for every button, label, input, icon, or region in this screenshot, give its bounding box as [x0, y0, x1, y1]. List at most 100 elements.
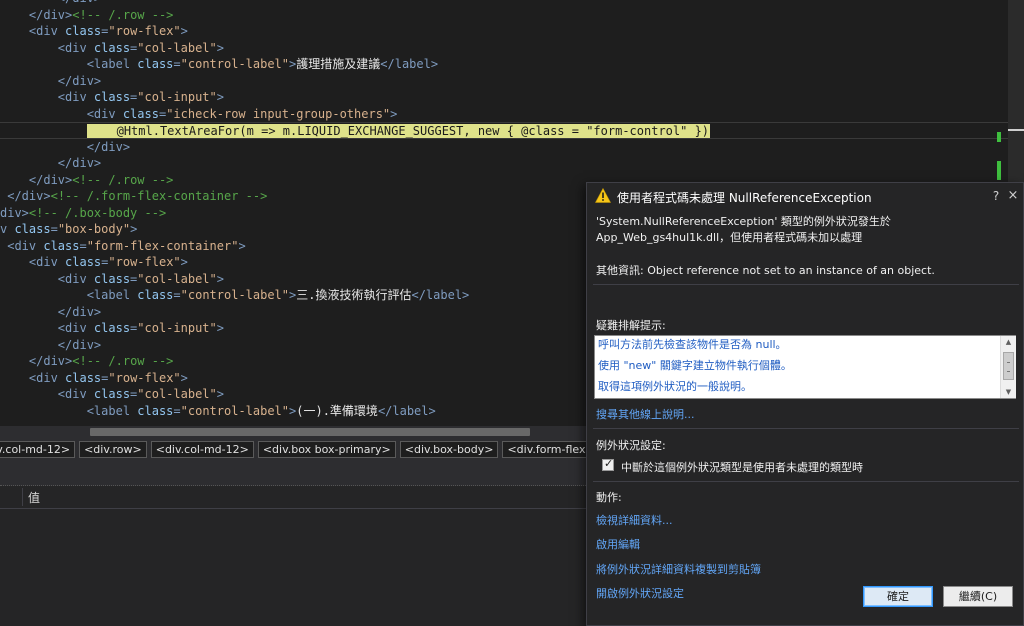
code-token: </div> [57, 73, 102, 88]
continue-button[interactable]: 繼續(C) [943, 586, 1013, 607]
tip-link[interactable]: 使用 "new" 關鍵字建立物件執行個體。 [598, 357, 792, 375]
code-line[interactable]: </div><!-- /.form-flex-container --> [0, 188, 267, 205]
tip-link[interactable]: 取得這項例外狀況的一般說明。 [598, 378, 752, 396]
view-detail-link[interactable]: 檢視詳細資料... [596, 512, 673, 528]
code-line[interactable]: <div class="col-input"> [0, 320, 224, 337]
code-line[interactable]: v class="box-body"> [0, 221, 137, 238]
breadcrumb-item[interactable]: <div.box box-primary> [257, 441, 396, 458]
code-token: </div> [57, 304, 102, 319]
tip-link[interactable]: 呼叫方法前先檢查該物件是否為 null。 [598, 336, 787, 354]
open-exception-settings-link[interactable]: 開啟例外狀況設定 [596, 585, 684, 601]
break-when-user-unhandled-checkbox[interactable]: ✓ [602, 457, 614, 471]
break-checkbox-label[interactable]: 中斷於這個例外狀況類型是使用者未處理的類型時 [621, 459, 863, 475]
tips-scrollbar[interactable]: ▲ ▼ [1000, 336, 1016, 398]
code-line[interactable]: </div> [0, 304, 101, 321]
scroll-down-icon[interactable]: ▼ [1004, 388, 1013, 396]
exception-helper-dialog: 使用者程式碼未處理 NullReferenceException ? × 'Sy… [586, 182, 1024, 626]
code-token: <div [57, 321, 94, 335]
value-column-header[interactable]: 值 [28, 489, 40, 506]
code-line[interactable]: <label class="control-label">(一).準備環境</l… [0, 403, 436, 420]
code-token: = [173, 403, 181, 418]
horizontal-scroll-thumb[interactable] [90, 428, 530, 436]
code-token: <div [28, 255, 66, 269]
code-line[interactable]: div><!-- /.box-body --> [0, 205, 166, 222]
code-token: <div [86, 106, 123, 121]
code-token: </div> [28, 172, 73, 187]
code-line[interactable]: </div><!-- /.row --> [0, 353, 174, 370]
code-line[interactable]: </div> [0, 139, 130, 156]
scrollbar-caret-marker [1008, 129, 1024, 131]
breadcrumb-item[interactable]: <div.box-body> [399, 441, 499, 458]
code-token: "col-input" [137, 90, 217, 104]
code-line[interactable]: <div class="row-flex"> [0, 370, 188, 387]
code-token: "col-label" [137, 40, 217, 55]
code-token: "box-body" [57, 222, 131, 236]
code-token: "col-input" [137, 321, 217, 335]
code-token: <!-- /.box-body --> [28, 205, 167, 220]
search-online-link[interactable]: 搜尋其他線上說明... [596, 406, 695, 422]
code-line[interactable]: </div><!-- /.row --> [0, 172, 174, 189]
code-line[interactable]: <label class="control-label">護理措施及建議</la… [0, 56, 438, 73]
breadcrumb-item[interactable]: <div.row> [79, 441, 147, 458]
breadcrumb-item[interactable]: <div.col-md-12> [150, 441, 254, 458]
help-button[interactable]: ? [989, 187, 1003, 205]
code-token: class [137, 57, 174, 71]
code-token: class [43, 238, 80, 253]
code-token: 三.換液技術執行評估 [296, 288, 412, 302]
code-token: = [173, 57, 181, 71]
current-code-line[interactable]: @Html.TextAreaFor(m => m.LIQUID_EXCHANGE… [0, 122, 1008, 139]
code-token: > [180, 24, 188, 38]
code-token: > [130, 222, 138, 236]
copy-exception-detail-link[interactable]: 將例外狀況詳細資料複製到剪貼簿 [596, 561, 761, 577]
code-token: <div [7, 238, 44, 253]
code-line[interactable]: <div class="row-flex"> [0, 23, 188, 40]
code-token: <div [57, 40, 94, 55]
tips-scroll-thumb[interactable] [1003, 352, 1014, 380]
code-line[interactable]: <div class="form-flex-container"> [0, 238, 246, 255]
code-token: "icheck-row input-group-others" [166, 106, 391, 121]
code-line[interactable]: <label class="control-label">三.換液技術執行評估<… [0, 287, 470, 304]
code-token: class [65, 255, 102, 269]
enable-editing-link[interactable]: 啟用編輯 [596, 536, 640, 552]
visual-studio-window: </div> </div><!-- /.row --> <div class="… [0, 0, 1024, 626]
separator [593, 481, 1019, 482]
troubleshooting-tips-list[interactable]: 呼叫方法前先檢查該物件是否為 null。 使用 "new" 關鍵字建立物件執行個… [594, 335, 1016, 399]
close-button[interactable]: × [1006, 187, 1020, 205]
code-token: class [14, 222, 51, 236]
code-token: "control-label" [180, 288, 290, 302]
code-token: = [79, 238, 87, 253]
scroll-up-icon[interactable]: ▲ [1004, 338, 1013, 346]
code-token: </label> [380, 57, 439, 71]
exception-message: 'System.NullReferenceException' 類型的例外狀況發… [596, 214, 1016, 246]
code-line[interactable]: <div class="col-label"> [0, 386, 224, 403]
code-token: <label [86, 288, 138, 302]
code-line[interactable]: </div> [0, 337, 101, 354]
code-line[interactable]: <div class="col-label"> [0, 271, 224, 288]
code-line[interactable]: </div><!-- /.row --> [0, 7, 174, 24]
exception-settings-heading: 例外狀況設定: [596, 439, 666, 452]
ok-button[interactable]: 確定 [863, 586, 933, 607]
code-token: class [65, 24, 102, 38]
grip-icon [1007, 362, 1010, 372]
code-line[interactable]: <div class="row-flex"> [0, 254, 188, 271]
code-line[interactable]: <div class="col-label"> [0, 40, 224, 57]
code-line[interactable]: </div> [0, 155, 101, 172]
column-divider[interactable] [22, 488, 23, 506]
code-token: 護理措施及建議 [296, 57, 381, 71]
breadcrumb-item[interactable]: <div.col-md-12> [0, 441, 76, 458]
code-line[interactable]: <div class="icheck-row input-group-other… [0, 106, 398, 123]
code-token: > [238, 238, 246, 253]
code-line[interactable]: <div class="col-input"> [0, 89, 224, 106]
code-line[interactable]: </div> [0, 73, 101, 90]
code-token: </div> [58, 0, 101, 5]
